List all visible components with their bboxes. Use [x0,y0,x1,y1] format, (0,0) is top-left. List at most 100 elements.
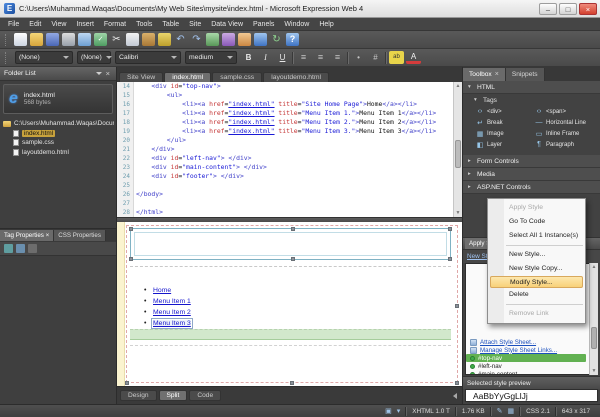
scroll-down-icon[interactable]: ▼ [590,367,598,375]
underline-button[interactable]: U [275,51,290,64]
minimize-button[interactable]: – [539,3,557,15]
scroll-up-icon[interactable]: ▲ [590,263,598,271]
toolbox-item-span[interactable]: ‹›<span> [535,106,594,117]
tab-snippets[interactable]: Snippets [506,68,545,81]
menu-window[interactable]: Window [279,18,314,31]
code-scrollbar[interactable]: ▲ ▼ [453,82,462,217]
insert-picture-icon[interactable] [238,33,251,46]
style-application-caret-icon[interactable]: ▾ [397,406,401,417]
selection-handle[interactable] [291,257,295,261]
tree-file-index-html[interactable]: index.html [3,129,114,139]
align-center-button[interactable]: ≡ [313,51,328,64]
context-menu-delete[interactable]: Delete [488,288,585,302]
list-bullets-button[interactable]: • [351,51,366,64]
view-tab-code[interactable]: Code [189,390,221,401]
context-menu-modify-style[interactable]: Modify Style... [490,276,583,288]
toolbox-section-form-controls[interactable]: ▸Form Controls [463,155,600,168]
copy-icon[interactable] [126,33,139,46]
help-icon[interactable]: ? [286,33,299,46]
list-numbering-button[interactable]: # [368,51,383,64]
context-menu-go-to-code[interactable]: Go To Code [488,215,585,229]
selection-handle[interactable] [455,304,459,308]
selection-handle[interactable] [129,257,133,261]
view-tab-design[interactable]: Design [120,390,157,401]
selection-handle[interactable] [291,227,295,231]
toolbox-item-layer[interactable]: ◧Layer [476,139,535,150]
maximize-button[interactable]: □ [559,3,577,15]
insert-table-icon[interactable] [206,33,219,46]
design-link-menu-item-2[interactable]: Menu Item 2 [153,309,191,316]
toolbox-item-break[interactable]: ↵Break [476,117,535,128]
code-view[interactable]: 14 <div id="top-nav">15 <ul>16 <li><a hr… [117,82,462,217]
align-left-button[interactable]: ≡ [296,51,311,64]
refresh-icon[interactable]: ↻ [270,33,283,46]
insert-layer-icon[interactable] [222,33,235,46]
alphabetical-icon[interactable] [16,244,25,253]
style-top-nav[interactable]: #top-nav [466,354,586,362]
design-link-menu-item-1[interactable]: Menu Item 1 [153,298,191,305]
manage-style-sheet-links-link[interactable]: Manage Style Sheet Links... [466,346,586,354]
selection-handle[interactable] [448,257,452,261]
chevron-down-icon[interactable] [96,72,102,75]
redo-icon[interactable]: ↷ [190,33,203,46]
selection-handle[interactable] [455,381,459,385]
undo-icon[interactable]: ↶ [174,33,187,46]
scroll-up-icon[interactable]: ▲ [454,82,462,90]
view-tab-split[interactable]: Split [159,390,188,401]
styles-scrollbar[interactable]: ▲ ▼ [589,263,598,375]
tab-index-html[interactable]: index.html [164,72,211,82]
style-left-nav[interactable]: #left-nav [466,362,586,370]
tree-root-folder[interactable]: C:\Users\Muhammad.Waqas\Document [3,119,114,129]
tree-file-sample-css[interactable]: sample.css [3,138,114,148]
style-main-content[interactable]: #main-content [466,370,586,375]
tab-site-view[interactable]: Site View [119,72,163,82]
italic-button[interactable]: I [258,51,273,64]
font-size-dropdown[interactable]: medium [185,51,237,64]
close-icon[interactable]: × [104,68,112,80]
scroll-down-icon[interactable]: ▼ [454,209,462,217]
scrollbar-thumb[interactable] [455,140,461,168]
close-icon[interactable]: × [495,68,499,81]
collapse-panel-icon[interactable] [453,393,457,399]
menu-edit[interactable]: Edit [24,18,46,31]
close-icon[interactable]: × [46,232,50,239]
attach-style-sheet-link[interactable]: Attach Style Sheet... [466,338,586,346]
context-menu-new-style-copy[interactable]: New Style Copy... [488,262,585,276]
categorized-icon[interactable] [4,244,13,253]
spelling-icon[interactable]: ✓ [94,33,107,46]
paste-icon[interactable] [142,33,155,46]
open-folder-icon[interactable] [30,33,43,46]
font-color-button[interactable]: A [406,52,421,64]
design-link-home[interactable]: Home [153,287,171,294]
cut-icon[interactable]: ✂ [110,33,123,46]
menu-table[interactable]: Table [157,18,184,31]
toolbox-item-div[interactable]: ‹›<div> [476,106,535,117]
menu-file[interactable]: File [3,18,24,31]
visual-aids-icon[interactable]: ▣ [385,406,392,417]
toolbox-item-image[interactable]: ▦Image [476,128,535,139]
selection-handle[interactable] [129,227,133,231]
style-dropdown[interactable]: (None) [15,51,73,64]
menu-format[interactable]: Format [99,18,131,31]
selection-handle[interactable] [125,381,129,385]
design-view[interactable]: •Home•Menu Item 1•Menu Item 2•Menu Item … [117,222,462,386]
menu-help[interactable]: Help [314,18,338,31]
tab-toolbox[interactable]: Toolbox× [463,68,506,81]
toolbox-section-html[interactable]: ▾HTML [463,81,600,94]
menu-data-view[interactable]: Data View [206,18,248,31]
toolbox-item-paragraph[interactable]: ¶Paragraph [535,139,594,150]
toolbar-grip[interactable] [5,34,8,46]
toolbox-section-media[interactable]: ▸Media [463,168,600,181]
toolbox-item-inline-frame[interactable]: ▭Inline Frame [535,128,594,139]
selection-handle[interactable] [290,381,294,385]
print-icon[interactable] [62,33,75,46]
toolbox-section-asp-net-controls[interactable]: ▸ASP.NET Controls [463,181,600,194]
tab-sample-css[interactable]: sample.css [212,72,262,82]
scrollbar-thumb[interactable] [591,327,597,349]
highlight-button[interactable]: ab [389,51,404,64]
close-button[interactable]: × [579,3,597,15]
bold-button[interactable]: B [241,51,256,64]
menu-view[interactable]: View [46,18,71,31]
toolbox-item-horizontal-line[interactable]: ―Horizontal Line [535,117,594,128]
menu-panels[interactable]: Panels [248,18,279,31]
